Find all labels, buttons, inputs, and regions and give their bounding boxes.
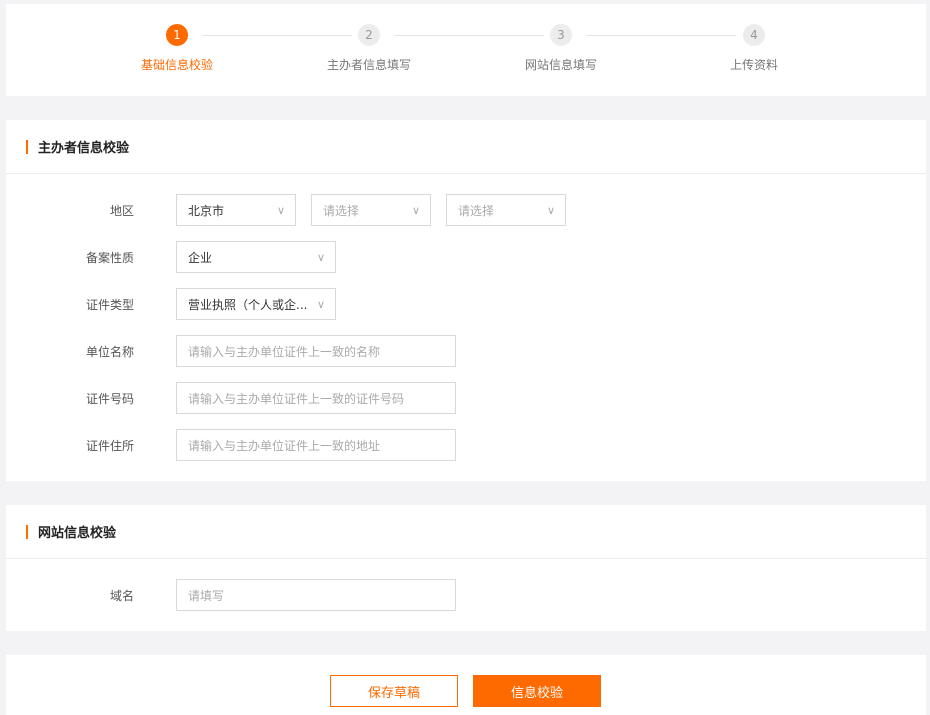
chevron-down-icon: ∨ — [546, 203, 555, 217]
cert-type-label: 证件类型 — [85, 297, 134, 312]
province-select[interactable]: 北京市 ∨ — [176, 194, 296, 226]
cert-type-select[interactable]: 营业执照（个人或企... ∨ — [176, 288, 336, 320]
nature-value: 企业 — [188, 250, 213, 265]
nature-row: 备案性质 企业 ∨ — [6, 241, 351, 273]
cert-address-input[interactable]: 请输入与主办单位证件上一致的地址 — [176, 429, 456, 461]
domain-input[interactable]: 请填写 — [176, 579, 456, 611]
section-title: 主办者信息校验 — [6, 120, 926, 174]
region-label: 地区 — [109, 203, 134, 218]
sponsor-section: 主办者信息校验 地区 北京市 ∨ 请选择 ∨ 请选择 ∨ 备案性质 企业 ∨ 证件类型 … — [6, 120, 926, 481]
cert-no-label: 证件号码 — [85, 391, 134, 406]
step-number: 4 — [743, 24, 765, 46]
cert-number-input[interactable]: 请输入与主办单位证件上一致的证件号码 — [176, 382, 456, 414]
step-2: 2 主办者信息填写 — [309, 24, 429, 73]
step-label: 上传资料 — [729, 58, 778, 72]
cert-no-row: 证件号码 请输入与主办单位证件上一致的证件号码 — [6, 382, 471, 414]
region-row: 地区 北京市 ∨ 请选择 ∨ 请选择 ∨ — [6, 194, 581, 226]
verify-button[interactable]: 信息校验 — [473, 675, 601, 707]
district-select[interactable]: 请选择 ∨ — [446, 194, 566, 226]
save-draft-button[interactable]: 保存草稿 — [330, 675, 458, 707]
step-label: 主办者信息填写 — [326, 58, 411, 72]
addr-label: 证件住所 — [85, 438, 134, 453]
city-placeholder: 请选择 — [323, 203, 360, 218]
cert-type-value: 营业执照（个人或企... — [188, 297, 308, 312]
step-label: 基础信息校验 — [140, 58, 213, 72]
site-section: 网站信息校验 域名 请填写 — [6, 505, 926, 631]
province-value: 北京市 — [188, 203, 225, 218]
unit-row: 单位名称 请输入与主办单位证件上一致的名称 — [6, 335, 471, 367]
step-3: 3 网站信息填写 — [501, 24, 621, 73]
district-placeholder: 请选择 — [458, 203, 495, 218]
placeholder: 请输入与主办单位证件上一致的地址 — [188, 438, 381, 453]
stepper: 1 基础信息校验 2 主办者信息填写 3 网站信息填写 4 上传资料 — [6, 4, 926, 96]
step-label: 网站信息填写 — [524, 58, 597, 72]
placeholder: 请输入与主办单位证件上一致的名称 — [188, 344, 381, 359]
step-number: 1 — [166, 24, 188, 46]
unit-name-input[interactable]: 请输入与主办单位证件上一致的名称 — [176, 335, 456, 367]
footer-bar — [6, 655, 926, 715]
unit-label: 单位名称 — [85, 344, 134, 359]
section-title: 网站信息校验 — [6, 505, 926, 559]
chevron-down-icon: ∨ — [276, 203, 285, 217]
chevron-down-icon: ∨ — [411, 203, 420, 217]
domain-label: 域名 — [109, 588, 134, 603]
step-1: 1 基础信息校验 — [117, 24, 237, 73]
addr-row: 证件住所 请输入与主办单位证件上一致的地址 — [6, 429, 471, 461]
chevron-down-icon: ∨ — [316, 297, 325, 311]
step-number: 3 — [550, 24, 572, 46]
nature-select[interactable]: 企业 ∨ — [176, 241, 336, 273]
city-select[interactable]: 请选择 ∨ — [311, 194, 431, 226]
placeholder: 请填写 — [188, 588, 225, 603]
placeholder: 请输入与主办单位证件上一致的证件号码 — [188, 391, 405, 406]
chevron-down-icon: ∨ — [316, 250, 325, 264]
nature-label: 备案性质 — [85, 250, 134, 265]
step-4: 4 上传资料 — [694, 24, 814, 73]
cert-type-row: 证件类型 营业执照（个人或企... ∨ — [6, 288, 351, 320]
step-number: 2 — [358, 24, 380, 46]
domain-row: 域名 请填写 — [6, 579, 471, 611]
